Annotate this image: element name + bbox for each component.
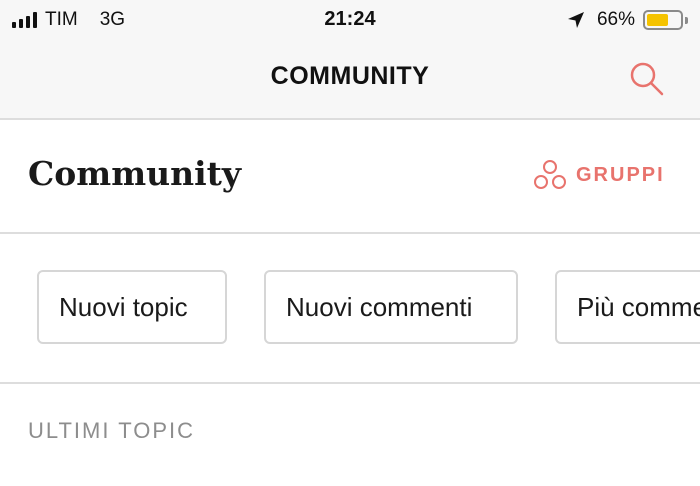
status-bar: TIM 3G 21:24 66% xyxy=(0,0,700,40)
filter-new-topics[interactable]: Nuovi topic xyxy=(37,270,227,344)
battery-percent: 66% xyxy=(596,9,635,30)
groups-icon xyxy=(534,160,566,189)
search-button[interactable] xyxy=(626,58,668,100)
groups-label: GRUPPI xyxy=(576,163,665,186)
groups-button[interactable]: GRUPPI xyxy=(532,158,665,192)
section-label-latest-topics: ULTIMI TOPIC xyxy=(28,418,196,443)
battery-cap xyxy=(685,16,688,24)
battery-icon xyxy=(643,10,683,30)
battery-fill xyxy=(647,14,669,26)
community-header: Community GRUPPI xyxy=(0,120,700,234)
status-right: 66% xyxy=(567,8,688,32)
filter-most-commented[interactable]: Più commentati xyxy=(555,270,700,344)
search-icon xyxy=(630,62,664,96)
page-title: Community xyxy=(28,154,242,193)
nav-bar: COMMUNITY xyxy=(0,40,700,120)
nav-title: COMMUNITY xyxy=(270,62,430,90)
filter-tabs: Nuovi topic Nuovi commenti Più commentat… xyxy=(0,234,700,384)
filter-new-comments[interactable]: Nuovi commenti xyxy=(264,270,518,344)
location-arrow-icon xyxy=(567,12,584,28)
